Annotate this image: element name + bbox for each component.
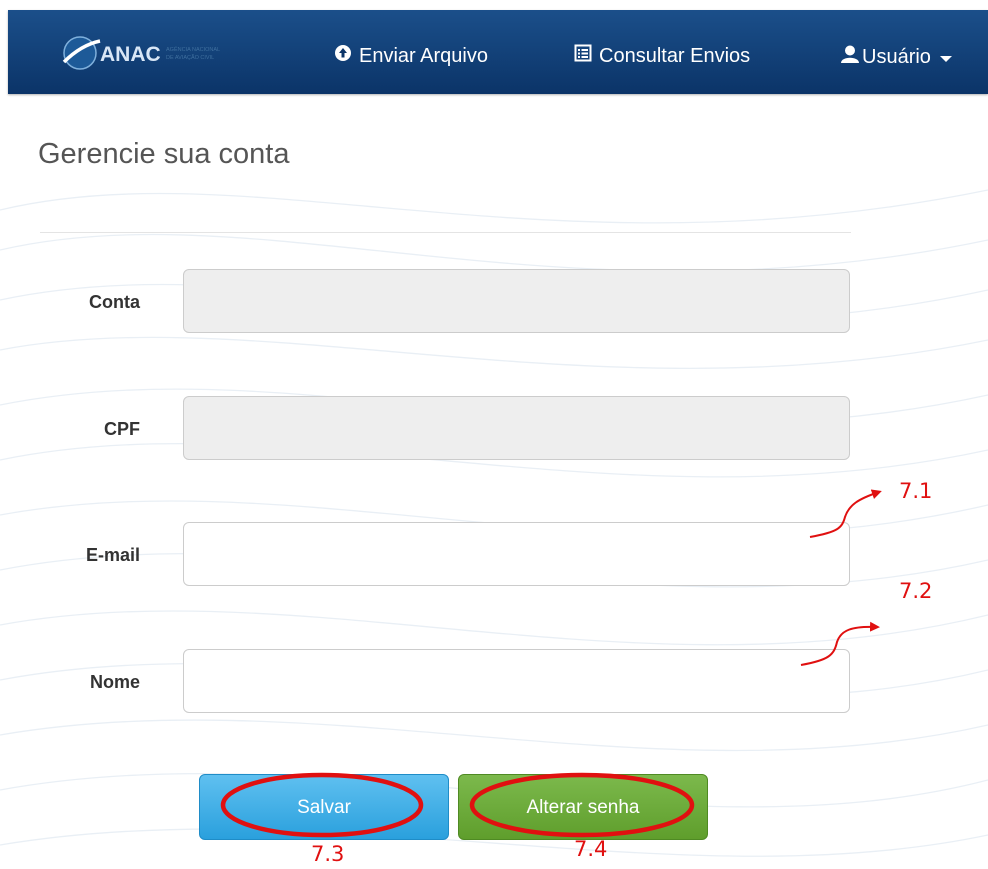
cpf-label: CPF (104, 419, 140, 439)
nav-consultar-envios[interactable]: Consultar Envios (574, 44, 750, 68)
save-button[interactable]: Salvar (199, 774, 449, 840)
nav-consultar-label: Consultar Envios (599, 44, 751, 67)
annotation-7-3: 7.3 (311, 842, 345, 866)
nav-usuario-label: Usuário (862, 45, 931, 68)
change-password-button[interactable]: Alterar senha (458, 774, 708, 840)
conta-field (183, 269, 850, 333)
annotation-7-4: 7.4 (574, 837, 608, 861)
anac-logo-graphic: ANAC AGÊNCIA NACIONAL DE AVIAÇÃO CIVIL (62, 36, 220, 70)
nav-usuario-dropdown[interactable]: Usuário (840, 44, 952, 70)
user-icon (840, 44, 860, 70)
anac-logo[interactable]: ANAC AGÊNCIA NACIONAL DE AVIAÇÃO CIVIL (60, 32, 290, 74)
nome-label: Nome (89, 672, 140, 692)
annotation-7-2: 7.2 (899, 579, 933, 603)
email-field[interactable] (183, 522, 850, 586)
title-divider (40, 232, 851, 233)
list-icon (574, 44, 592, 68)
caret-down-icon (939, 55, 952, 62)
svg-text:AGÊNCIA NACIONAL: AGÊNCIA NACIONAL (166, 45, 220, 53)
annotation-7-1: 7.1 (899, 479, 933, 503)
nome-field[interactable] (183, 649, 850, 713)
email-label: E-mail (85, 545, 140, 565)
svg-text:DE AVIAÇÃO CIVIL: DE AVIAÇÃO CIVIL (166, 54, 214, 61)
conta-label: Conta (89, 292, 140, 312)
upload-circle-icon (334, 44, 352, 68)
page-title: Gerencie sua conta (38, 138, 290, 170)
top-navbar: ANAC AGÊNCIA NACIONAL DE AVIAÇÃO CIVIL E… (8, 10, 988, 94)
svg-text:ANAC: ANAC (100, 43, 161, 66)
cpf-field (183, 396, 850, 460)
nav-enviar-label: Enviar Arquivo (359, 44, 488, 67)
nav-enviar-arquivo[interactable]: Enviar Arquivo (334, 44, 488, 68)
